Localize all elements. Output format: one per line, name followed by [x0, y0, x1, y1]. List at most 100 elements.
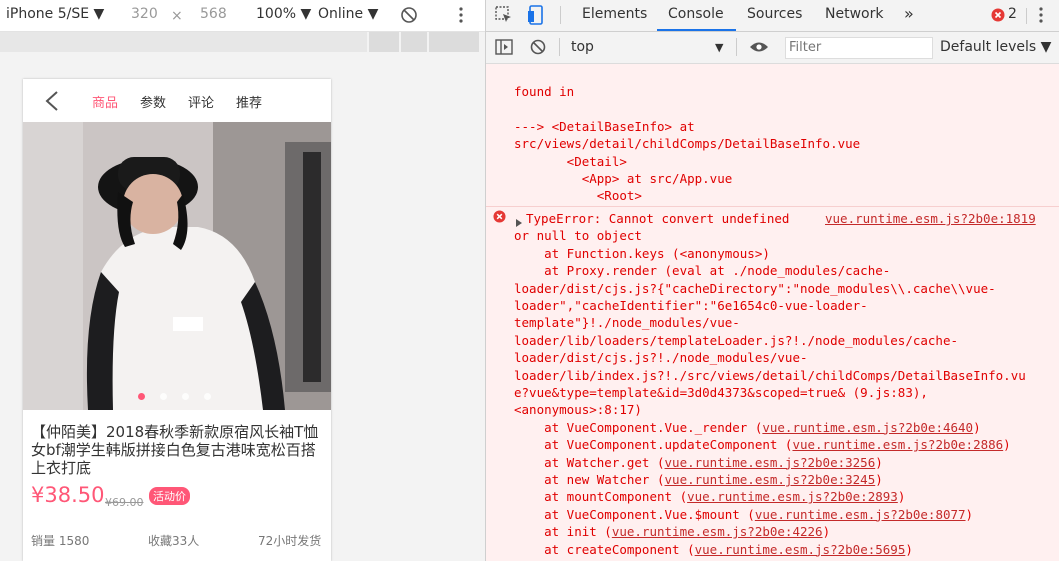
- dimension-separator: ×: [171, 8, 183, 24]
- product-image-carousel[interactable]: [23, 122, 331, 410]
- toolbar-divider: [1026, 8, 1027, 24]
- error-count[interactable]: 2: [1008, 6, 1017, 22]
- error-line: loader/dist/cjs.js?!./node_modules/vue-: [514, 350, 808, 366]
- stack-frame-close: ): [905, 541, 913, 557]
- more-tabs-icon[interactable]: »: [904, 4, 914, 23]
- tab-params[interactable]: 参数: [140, 92, 166, 111]
- context-select[interactable]: top: [571, 39, 594, 55]
- stack-frame-source-link[interactable]: vue.runtime.esm.js?2b0e:2893: [687, 489, 898, 504]
- sales-count: 销量 1580: [31, 534, 90, 548]
- media-query-ruler[interactable]: [0, 32, 485, 52]
- devtools-tab-bar: Elements Console Sources Network » 2: [486, 0, 1059, 32]
- error-line: <anonymous>:8:17): [514, 402, 642, 418]
- stack-frame: at createComponent (vue.runtime.esm.js?2…: [514, 541, 913, 558]
- favorites-count: 收藏33人: [148, 534, 200, 548]
- filter-field[interactable]: [785, 37, 933, 59]
- tab-goods[interactable]: 商品: [92, 92, 118, 111]
- error-line: e?vue&type=template&id=3d0d4373&scoped=t…: [514, 385, 928, 400]
- detail-nav-bar: 商品 参数 评论 推荐: [23, 79, 331, 122]
- filter-input[interactable]: [786, 38, 932, 56]
- carousel-dot[interactable]: [182, 393, 189, 400]
- carousel-indicator: [23, 393, 331, 403]
- active-tab-indicator: [657, 29, 736, 31]
- sidebar-toggle-icon[interactable]: [495, 39, 513, 59]
- stack-frame-source-link[interactable]: vue.runtime.esm.js?2b0e:3245: [665, 472, 876, 487]
- error-line: loader/lib/loaders/templateLoader.js?!./…: [514, 332, 959, 348]
- error-line: loader","cacheIdentifier":"6e1654c0-vue-…: [514, 298, 868, 313]
- carousel-dot-active[interactable]: [138, 393, 145, 400]
- stack-frame-source-link[interactable]: vue.runtime.esm.js?2b0e:2886: [792, 437, 1003, 452]
- tab-sources[interactable]: Sources: [747, 6, 802, 22]
- stack-frame-source-link[interactable]: vue.runtime.esm.js?2b0e:4226: [612, 524, 823, 539]
- inspect-element-icon[interactable]: [495, 6, 513, 28]
- stack-frame: at VueComponent.Vue.$mount (vue.runtime.…: [514, 506, 973, 523]
- stack-frame-function: at createComponent (: [514, 541, 695, 557]
- device-height-input[interactable]: 568: [200, 6, 227, 22]
- console-line: ---> <DetailBaseInfo> at: [514, 118, 695, 134]
- rotate-icon[interactable]: [399, 5, 419, 29]
- ruler-segment[interactable]: [369, 32, 399, 52]
- carousel-dot[interactable]: [204, 393, 211, 400]
- product-price: ¥38.50: [31, 483, 105, 507]
- toolbar-divider: [736, 38, 737, 56]
- stack-frame-close: ): [822, 524, 831, 540]
- more-options-icon[interactable]: [459, 7, 463, 27]
- product-photo: [23, 122, 331, 410]
- stack-frame-source-link[interactable]: vue.runtime.esm.js?2b0e:3256: [665, 455, 876, 470]
- device-select[interactable]: iPhone 5/SE ▼: [6, 6, 104, 22]
- tab-console[interactable]: Console: [668, 6, 724, 22]
- stack-frame: at Watcher.get (vue.runtime.esm.js?2b0e:…: [514, 454, 883, 471]
- console-line: found in: [514, 84, 575, 99]
- ruler-segment[interactable]: [0, 32, 367, 52]
- context-dropdown-arrow-icon[interactable]: ▼: [715, 41, 723, 54]
- console-line: src/views/detail/childComps/DetailBaseIn…: [514, 136, 861, 152]
- device-toggle-icon[interactable]: [527, 5, 545, 29]
- stack-frame-function: at VueComponent.Vue._render (: [514, 419, 763, 435]
- network-throttle-select[interactable]: Online ▼: [318, 6, 378, 22]
- toolbar-divider: [560, 6, 561, 24]
- stack-frame: at VueComponent.Vue._render (vue.runtime…: [514, 419, 981, 436]
- eye-icon[interactable]: [749, 41, 769, 57]
- stack-frame-source-link[interactable]: vue.runtime.esm.js?2b0e:8077: [755, 507, 966, 522]
- stack-frame: at mountComponent (vue.runtime.esm.js?2b…: [514, 488, 905, 505]
- console-line: <Detail>: [514, 153, 627, 169]
- promo-badge: 活动价: [149, 487, 190, 505]
- phone-viewport: 商品 参数 评论 推荐 【仲陌美】2018春秋季新款原宿风长袖T恤女bf潮学生韩…: [23, 79, 331, 561]
- stack-frame-function: at VueComponent.updateComponent (: [514, 437, 793, 453]
- stack-frame-function: at init (: [514, 524, 612, 540]
- clear-console-icon[interactable]: [530, 39, 546, 59]
- stack-frame-close: ): [875, 454, 883, 470]
- ruler-segment[interactable]: [401, 32, 427, 52]
- devtools-menu-icon[interactable]: [1039, 7, 1043, 27]
- devtools-panel: Elements Console Sources Network » 2 top…: [486, 0, 1059, 561]
- ruler-segment[interactable]: [429, 32, 479, 52]
- log-levels-select[interactable]: Default levels ▼: [940, 39, 1051, 55]
- zoom-select[interactable]: 100% ▼: [256, 6, 311, 22]
- shipping-time: 72小时发货: [258, 534, 322, 548]
- stack-frame-close: ): [1003, 437, 1011, 453]
- stack-frame-source-link[interactable]: vue.runtime.esm.js?2b0e:4640: [762, 420, 973, 435]
- error-message[interactable]: TypeError: Cannot convert undefined: [526, 210, 789, 227]
- error-line: at Function.keys (<anonymous>): [514, 245, 770, 261]
- stack-frame-function: at Watcher.get (: [514, 454, 665, 470]
- tab-network[interactable]: Network: [825, 6, 883, 22]
- stack-frame-function: at mountComponent (: [514, 489, 688, 505]
- device-toolbar: iPhone 5/SE ▼ 320 × 568 100% ▼ Online ▼: [0, 0, 485, 32]
- stack-frame: at init (vue.runtime.esm.js?2b0e:4226): [514, 523, 830, 540]
- tab-elements[interactable]: Elements: [582, 6, 647, 22]
- error-source-link[interactable]: vue.runtime.esm.js?2b0e:1819: [825, 210, 1036, 227]
- stack-frame-source-link[interactable]: vue.runtime.esm.js?2b0e:5695: [695, 542, 906, 557]
- original-price: ¥69.00: [105, 496, 144, 509]
- stack-frame-close: ): [897, 489, 906, 505]
- back-arrow-icon[interactable]: [43, 90, 63, 112]
- console-line: <App> at src/App.vue: [514, 171, 733, 186]
- error-line: loader/lib/index.js?!./src/views/detail/…: [514, 367, 1026, 383]
- error-icon[interactable]: [991, 8, 1005, 26]
- tab-comments[interactable]: 评论: [188, 92, 214, 111]
- error-line: template"}!./node_modules/vue-: [514, 315, 740, 331]
- tab-recommend[interactable]: 推荐: [236, 92, 262, 111]
- carousel-dot[interactable]: [160, 393, 167, 400]
- stack-frame-function: at VueComponent.Vue.$mount (: [514, 506, 755, 522]
- product-title: 【仲陌美】2018春秋季新款原宿风长袖T恤女bf潮学生韩版拼接白色复古港味宽松百…: [31, 423, 319, 477]
- device-width-input[interactable]: 320: [131, 6, 158, 22]
